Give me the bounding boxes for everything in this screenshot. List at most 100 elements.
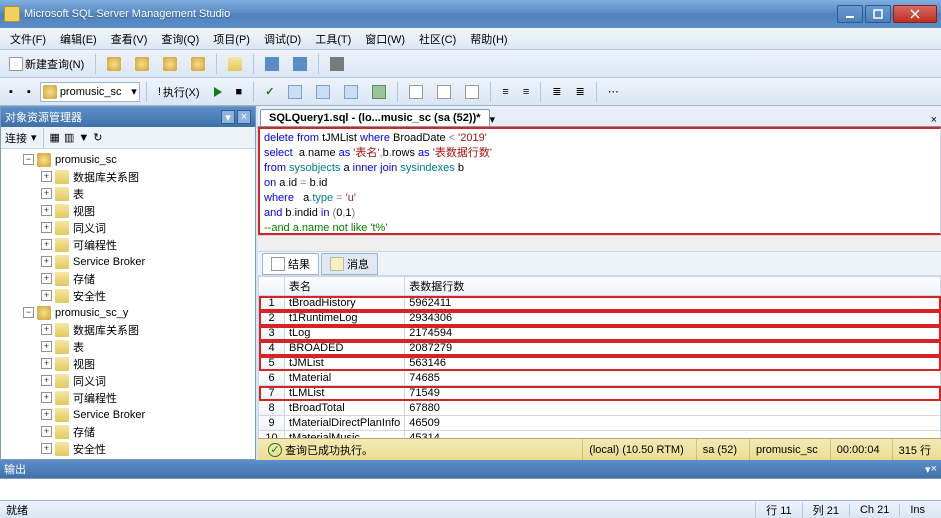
menu-query[interactable]: 查询(Q) (155, 29, 205, 49)
object-explorer-toolbar: 连接▾ ▦ ▥ ▼ ↻ (1, 127, 255, 149)
oe-btn2[interactable]: ▥ (64, 131, 74, 144)
col-rows[interactable]: 表数据行数 (405, 277, 941, 296)
results-file-button[interactable] (460, 82, 484, 102)
tree-db2-synonyms-icon (55, 374, 69, 388)
document-tab[interactable]: SQLQuery1.sql - (lo...music_sc (sa (52))… (260, 109, 490, 126)
tree-security[interactable]: +安全性 (1, 287, 255, 304)
comment-button[interactable]: ≡ (497, 83, 513, 101)
opt3-button[interactable] (367, 82, 391, 102)
table-row[interactable]: 8tBroadTotal67880 (259, 401, 941, 416)
tree-views[interactable]: +视图 (1, 202, 255, 219)
table-row[interactable]: 6tMaterial74685 (259, 371, 941, 386)
tree-db2-synonyms[interactable]: +同义词 (1, 372, 255, 389)
tab-close-button[interactable]: × (931, 114, 937, 126)
sql-editor[interactable]: delete from tJMList where BroadDate < '2… (258, 127, 941, 235)
tree-db2-service_broker[interactable]: +Service Broker (1, 406, 255, 423)
table-row[interactable]: 3tLog2174594 (259, 326, 941, 341)
oe-refresh-icon[interactable]: ↻ (93, 131, 102, 144)
tree-tables-icon (55, 187, 69, 201)
open-file-button[interactable] (223, 54, 247, 74)
tree-db2[interactable]: −promusic_sc_y (1, 304, 255, 321)
results-tab[interactable]: 结果 (262, 253, 319, 275)
object-tree[interactable]: −promusic_sc+数据库关系图+表+视图+同义词+可编程性+Servic… (1, 149, 255, 459)
tree-diagrams[interactable]: +数据库关系图 (1, 168, 255, 185)
menu-help[interactable]: 帮助(H) (464, 29, 513, 49)
display-plan-button[interactable] (283, 82, 307, 102)
menu-debug[interactable]: 调试(D) (258, 29, 307, 49)
maximize-button[interactable] (865, 5, 891, 23)
tree-db2-diagrams-icon (55, 323, 69, 337)
table-row[interactable]: 5tJMList563146 (259, 356, 941, 371)
menu-community[interactable]: 社区(C) (413, 29, 462, 49)
menu-view[interactable]: 查看(V) (105, 29, 154, 49)
results-grid[interactable]: 表名 表数据行数 1tBroadHistory59624112t1Runtime… (258, 276, 941, 438)
some-btn-1[interactable]: ▪ (4, 83, 18, 101)
menu-window[interactable]: 窗口(W) (359, 29, 411, 49)
table-row[interactable]: 9tMaterialDirectPlanInfo46509 (259, 416, 941, 431)
connect-label[interactable]: 连接 (5, 130, 27, 146)
menu-edit[interactable]: 编辑(E) (54, 29, 103, 49)
table-row[interactable]: 10tMaterialMusic45314 (259, 431, 941, 439)
status-line: 行 11 (755, 502, 801, 518)
open3-button[interactable] (158, 54, 182, 74)
table-row[interactable]: 7tLMList71549 (259, 386, 941, 401)
status-time: 00:00:04 (830, 439, 886, 460)
activity-button[interactable] (325, 54, 349, 74)
results-text-button[interactable] (432, 82, 456, 102)
output-close-button[interactable]: × (931, 463, 937, 475)
tree-security-root[interactable]: +安全性 (1, 457, 255, 459)
tree-db2-programmability[interactable]: +可编程性 (1, 389, 255, 406)
panel-dropdown-button[interactable]: ▾ (221, 110, 235, 124)
table-row[interactable]: 4BROADED2087279 (259, 341, 941, 356)
tree-storage[interactable]: +存储 (1, 270, 255, 287)
table-row[interactable]: 1tBroadHistory5962411 (259, 296, 941, 311)
messages-tab[interactable]: 消息 (321, 253, 378, 275)
table-row[interactable]: 2t1RuntimeLog2934306 (259, 311, 941, 326)
tree-storage-icon (55, 272, 69, 286)
open2-button[interactable] (130, 54, 154, 74)
tree-db1[interactable]: −promusic_sc (1, 151, 255, 168)
panel-close-button[interactable]: × (237, 110, 251, 124)
debug-play-button[interactable] (209, 84, 227, 100)
tree-synonyms[interactable]: +同义词 (1, 219, 255, 236)
execute-button[interactable]: ! 执行(X) (153, 81, 205, 103)
tree-security-root-icon (19, 459, 33, 460)
tree-tables[interactable]: +表 (1, 185, 255, 202)
save-button[interactable] (260, 54, 284, 74)
col-name[interactable]: 表名 (285, 277, 405, 296)
minimize-button[interactable] (837, 5, 863, 23)
tree-db2-views[interactable]: +视图 (1, 355, 255, 372)
menu-tools[interactable]: 工具(T) (309, 29, 357, 49)
specify-values-button[interactable]: ⋯ (603, 82, 624, 101)
tree-db2-security[interactable]: +安全性 (1, 440, 255, 457)
close-button[interactable] (893, 5, 937, 23)
save-all-button[interactable] (288, 54, 312, 74)
menu-file[interactable]: 文件(F) (4, 29, 52, 49)
indent-button[interactable]: ≣ (547, 82, 566, 101)
database-selector[interactable]: promusic_sc ▾ (40, 82, 140, 102)
tree-db2-storage[interactable]: +存储 (1, 423, 255, 440)
tree-programmability[interactable]: +可编程性 (1, 236, 255, 253)
open4-button[interactable] (186, 54, 210, 74)
parse-button[interactable]: ✓ (260, 82, 279, 101)
some-btn-2[interactable]: ▪ (22, 83, 36, 101)
uncomment-button[interactable]: ≡ (518, 83, 534, 101)
status-rowcount: 315 行 (892, 439, 937, 460)
tree-db2-tables[interactable]: +表 (1, 338, 255, 355)
stop-button[interactable]: ■ (231, 83, 248, 101)
tree-db2-views-icon (55, 357, 69, 371)
results-grid-button[interactable] (404, 82, 428, 102)
tree-service_broker[interactable]: +Service Broker (1, 253, 255, 270)
tab-dropdown-button[interactable]: ▾ (490, 113, 496, 126)
open-button[interactable] (102, 54, 126, 74)
opt2-button[interactable] (339, 82, 363, 102)
oe-filter-icon[interactable]: ▼ (78, 132, 89, 144)
editor-scrollbar[interactable] (258, 235, 941, 252)
tree-db2-diagrams[interactable]: +数据库关系图 (1, 321, 255, 338)
window-titlebar: Microsoft SQL Server Management Studio (0, 0, 941, 28)
oe-btn1[interactable]: ▦ (50, 131, 60, 144)
new-query-button[interactable]: 新建查询(N) (4, 53, 89, 75)
opt1-button[interactable] (311, 82, 335, 102)
menu-project[interactable]: 项目(P) (207, 29, 256, 49)
outdent-button[interactable]: ≣ (570, 82, 589, 101)
